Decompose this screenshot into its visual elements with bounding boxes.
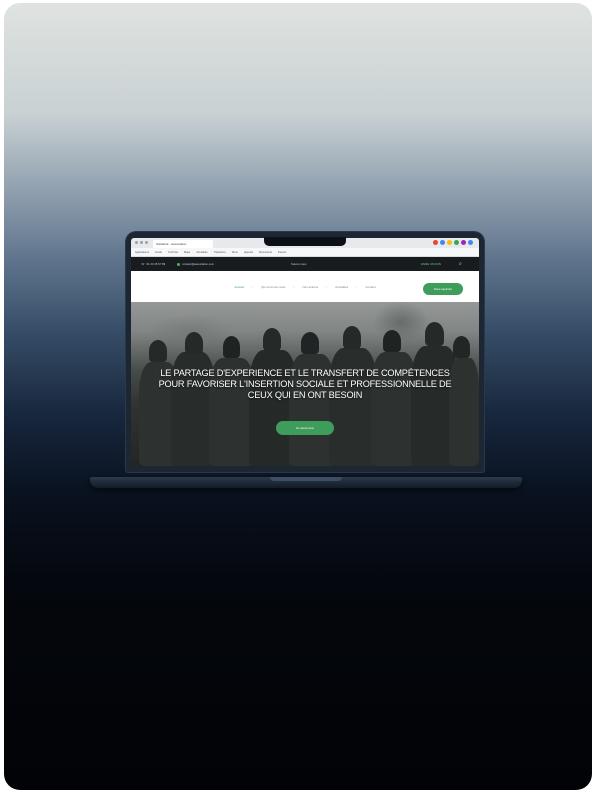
site-topbar: ☏ 01 23 45 67 89 contact@association.com… (131, 257, 479, 271)
background-card: Solidarité · Association Applications Gm… (4, 3, 592, 790)
laptop-lid-groove (270, 477, 342, 481)
extension-icon[interactable] (433, 240, 438, 245)
laptop-lid: Solidarité · Association Applications Gm… (126, 232, 484, 472)
donate-link[interactable]: FAIRE UN DON (421, 262, 441, 266)
nav-separator: • (356, 284, 358, 289)
phone-link[interactable]: ☏ 01 23 45 67 89 (141, 262, 165, 266)
bookmark-item[interactable]: Favoris (278, 251, 287, 254)
nav-item-news[interactable]: Actualités (335, 285, 348, 289)
mail-icon (177, 262, 181, 266)
social-links[interactable]: Suivez-nous (291, 262, 306, 266)
email-address: contact@association.com (182, 262, 215, 266)
main-navigation: Accueil • Qui sommes-nous • Nos actions … (131, 271, 479, 302)
bookmark-item[interactable]: Traduction (214, 251, 226, 254)
nav-item-contact[interactable]: Contact (365, 285, 375, 289)
extension-icon[interactable] (440, 240, 445, 245)
nav-item-about[interactable]: Qui sommes-nous (261, 285, 285, 289)
email-link[interactable]: contact@association.com (177, 262, 214, 266)
nav-item-accueil[interactable]: Accueil (234, 285, 244, 289)
bookmark-item[interactable]: Agenda (244, 251, 253, 254)
browser-tab[interactable]: Solidarité · Association (153, 240, 213, 248)
extension-icon[interactable] (454, 240, 459, 245)
bookmark-item[interactable]: Gmail (155, 251, 162, 254)
window-controls[interactable] (135, 241, 148, 244)
laptop-screen: Solidarité · Association Applications Gm… (131, 238, 479, 466)
bookmark-item[interactable]: Documents (259, 251, 272, 254)
bookmark-item[interactable]: YouTube (168, 251, 178, 254)
bookmark-item[interactable]: Drive (232, 251, 238, 254)
learn-more-button[interactable]: En savoir plus (276, 421, 334, 435)
nav-separator: • (252, 284, 254, 289)
extension-icons (433, 240, 473, 245)
laptop: Solidarité · Association Applications Gm… (126, 232, 484, 472)
hero-headline: LE PARTAGE D'EXPERIENCE ET LE TRANSFERT … (158, 368, 452, 400)
extension-icon[interactable] (468, 240, 473, 245)
bookmark-item[interactable]: Actualités (196, 251, 207, 254)
search-icon[interactable]: ⌕ (459, 261, 462, 267)
extension-icon[interactable] (461, 240, 466, 245)
hero-section: LE PARTAGE D'EXPERIENCE ET LE TRANSFERT … (131, 302, 479, 466)
join-button[interactable]: Nous rejoindre (423, 283, 463, 295)
extension-icon[interactable] (447, 240, 452, 245)
bookmark-item[interactable]: Applications (135, 251, 149, 254)
bookmark-item[interactable]: Maps (184, 251, 190, 254)
phone-number: 01 23 45 67 89 (146, 262, 166, 266)
nav-separator: • (293, 284, 295, 289)
laptop-base (90, 477, 522, 488)
nav-item-actions[interactable]: Nos actions (302, 285, 318, 289)
camera-notch (264, 237, 346, 246)
phone-icon: ☏ (141, 262, 145, 266)
bookmarks-bar: Applications Gmail YouTube Maps Actualit… (131, 248, 479, 257)
nav-separator: • (326, 284, 328, 289)
